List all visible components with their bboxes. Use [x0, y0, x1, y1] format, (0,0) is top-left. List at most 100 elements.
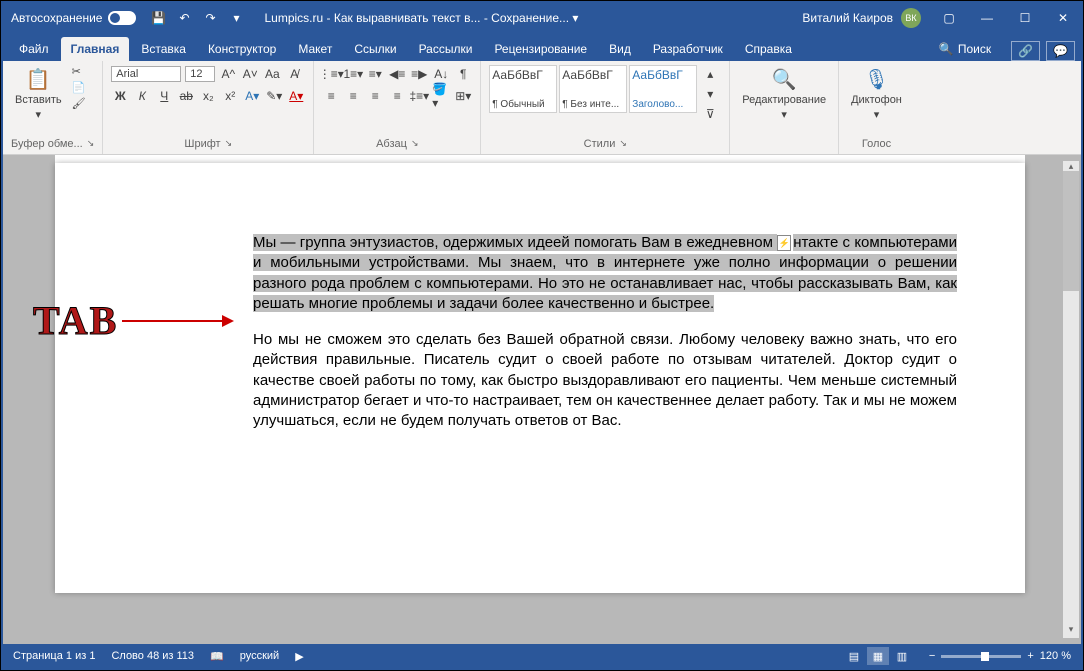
bold-button[interactable]: Ж: [111, 87, 129, 105]
bullets-icon[interactable]: ⋮≡▾: [322, 65, 340, 83]
zoom-slider[interactable]: [941, 655, 1021, 658]
shading-icon[interactable]: 🪣▾: [432, 87, 450, 105]
dictate-button[interactable]: 🎙Диктофон▾: [847, 65, 906, 123]
autosave-label: Автосохранение: [11, 11, 102, 25]
close-icon[interactable]: ✕: [1053, 11, 1073, 25]
multilevel-icon[interactable]: ≡▾: [366, 65, 384, 83]
italic-button[interactable]: К: [133, 87, 151, 105]
borders-icon[interactable]: ⊞▾: [454, 87, 472, 105]
zoom-level[interactable]: 120 %: [1040, 650, 1071, 662]
zoom-out-icon[interactable]: −: [929, 650, 935, 662]
undo-icon[interactable]: ↶: [176, 10, 192, 26]
web-layout-icon[interactable]: ▥: [891, 647, 913, 665]
tab-mailings[interactable]: Рассылки: [409, 37, 483, 61]
search-box[interactable]: 🔍 Поиск: [929, 37, 1001, 61]
align-right-icon[interactable]: ≡: [366, 87, 384, 105]
word-count[interactable]: Слово 48 из 113: [111, 650, 194, 662]
paragraph-dialog-icon[interactable]: ↘: [411, 138, 419, 150]
scroll-down-icon[interactable]: ▾: [1063, 624, 1079, 638]
share-icon[interactable]: 🔗: [1011, 41, 1040, 61]
tab-view[interactable]: Вид: [599, 37, 641, 61]
increase-indent-icon[interactable]: ≡▶: [410, 65, 428, 83]
minimize-icon[interactable]: —: [977, 11, 997, 25]
clear-format-icon[interactable]: A̸: [285, 65, 303, 83]
font-dialog-icon[interactable]: ↘: [225, 138, 233, 150]
copy-icon[interactable]: 📄: [72, 81, 86, 94]
page-count[interactable]: Страница 1 из 1: [13, 650, 95, 662]
autocorrect-icon[interactable]: ⚡: [777, 235, 791, 251]
tab-help[interactable]: Справка: [735, 37, 802, 61]
maximize-icon[interactable]: ☐: [1015, 11, 1035, 25]
group-styles: АаБбВвГ¶ Обычный АаБбВвГ¶ Без инте... Аа…: [481, 61, 730, 154]
superscript-button[interactable]: x²: [221, 87, 239, 105]
tab-design[interactable]: Конструктор: [198, 37, 286, 61]
underline-button[interactable]: Ч: [155, 87, 173, 105]
scroll-thumb[interactable]: [1063, 171, 1079, 291]
redo-icon[interactable]: ↷: [202, 10, 218, 26]
document-page[interactable]: Мы — группа энтузиастов, одержимых идеей…: [55, 163, 1025, 593]
zoom-in-icon[interactable]: +: [1027, 650, 1033, 662]
editing-button[interactable]: 🔍Редактирование▾: [738, 65, 830, 123]
align-left-icon[interactable]: ≡: [322, 87, 340, 105]
group-voice: 🎙Диктофон▾ Голос: [839, 61, 914, 154]
text-effects-icon[interactable]: A▾: [243, 87, 261, 105]
strike-button[interactable]: ab: [177, 87, 195, 105]
selected-text-1: Мы — группа энтузиастов, одержимых идеей…: [253, 234, 777, 251]
format-painter-icon[interactable]: 🖌: [72, 97, 86, 110]
user-name: Виталий Каиров: [802, 11, 893, 25]
toggle-switch[interactable]: [108, 11, 136, 25]
sort-icon[interactable]: A↓: [432, 65, 450, 83]
tab-review[interactable]: Рецензирование: [484, 37, 597, 61]
styles-more-icon[interactable]: ⊽: [701, 105, 719, 123]
group-clipboard: 📋Вставить▾ ✂ 📄 🖌 Буфер обме...↘: [3, 61, 103, 154]
avatar: ВК: [901, 8, 921, 28]
clipboard-dialog-icon[interactable]: ↘: [87, 138, 95, 150]
save-icon[interactable]: 💾: [150, 10, 166, 26]
group-paragraph: ⋮≡▾ 1≡▾ ≡▾ ◀≡ ≡▶ A↓ ¶ ≡ ≡ ≡ ≡ ‡≡▾ 🪣▾ ⊞▾: [314, 61, 481, 154]
macro-icon[interactable]: ▶: [295, 650, 303, 663]
font-size-input[interactable]: 12: [185, 66, 215, 82]
style-no-spacing[interactable]: АаБбВвГ¶ Без инте...: [559, 65, 627, 113]
spellcheck-icon[interactable]: 📖: [210, 650, 224, 663]
autosave-toggle[interactable]: Автосохранение: [11, 11, 136, 25]
style-heading[interactable]: АаБбВвГЗаголово...: [629, 65, 697, 113]
change-case-icon[interactable]: Aa: [263, 65, 281, 83]
arrow-icon: [122, 320, 232, 322]
vertical-scrollbar[interactable]: ▴ ▾: [1063, 161, 1079, 638]
paste-button[interactable]: 📋Вставить▾: [11, 65, 66, 123]
tab-layout[interactable]: Макет: [288, 37, 342, 61]
subscript-button[interactable]: x₂: [199, 87, 217, 105]
styles-dialog-icon[interactable]: ↘: [619, 138, 627, 150]
grow-font-icon[interactable]: A^: [219, 65, 237, 83]
tab-references[interactable]: Ссылки: [344, 37, 406, 61]
print-layout-icon[interactable]: ▦: [867, 647, 889, 665]
show-marks-icon[interactable]: ¶: [454, 65, 472, 83]
tab-home[interactable]: Главная: [61, 37, 130, 61]
styles-up-icon[interactable]: ▴: [701, 65, 719, 83]
tab-file[interactable]: Файл: [9, 37, 59, 61]
font-name-input[interactable]: Arial: [111, 66, 181, 82]
qat-dropdown-icon[interactable]: ▾: [228, 10, 244, 26]
document-title: Lumpics.ru - Как выравнивать текст в... …: [264, 11, 802, 25]
language-status[interactable]: русский: [240, 650, 279, 662]
justify-icon[interactable]: ≡: [388, 87, 406, 105]
decrease-indent-icon[interactable]: ◀≡: [388, 65, 406, 83]
align-center-icon[interactable]: ≡: [344, 87, 362, 105]
quick-access-toolbar: 💾 ↶ ↷ ▾: [150, 10, 244, 26]
ribbon-options-icon[interactable]: ▢: [939, 11, 959, 25]
style-normal[interactable]: АаБбВвГ¶ Обычный: [489, 65, 557, 113]
highlight-icon[interactable]: ✎▾: [265, 87, 283, 105]
tab-developer[interactable]: Разработчик: [643, 37, 733, 61]
line-spacing-icon[interactable]: ‡≡▾: [410, 87, 428, 105]
styles-down-icon[interactable]: ▾: [701, 85, 719, 103]
document-area: Мы — группа энтузиастов, одержимых идеей…: [3, 155, 1081, 644]
numbering-icon[interactable]: 1≡▾: [344, 65, 362, 83]
read-mode-icon[interactable]: ▤: [843, 647, 865, 665]
user-account[interactable]: Виталий Каиров ВК: [802, 8, 921, 28]
tab-insert[interactable]: Вставка: [131, 37, 196, 61]
font-color-icon[interactable]: A▾: [287, 87, 305, 105]
cut-icon[interactable]: ✂: [72, 65, 86, 78]
shrink-font-icon[interactable]: A˅: [241, 65, 259, 83]
comments-icon[interactable]: 💬: [1046, 41, 1075, 61]
tab-key-annotation: TAB: [33, 297, 232, 344]
